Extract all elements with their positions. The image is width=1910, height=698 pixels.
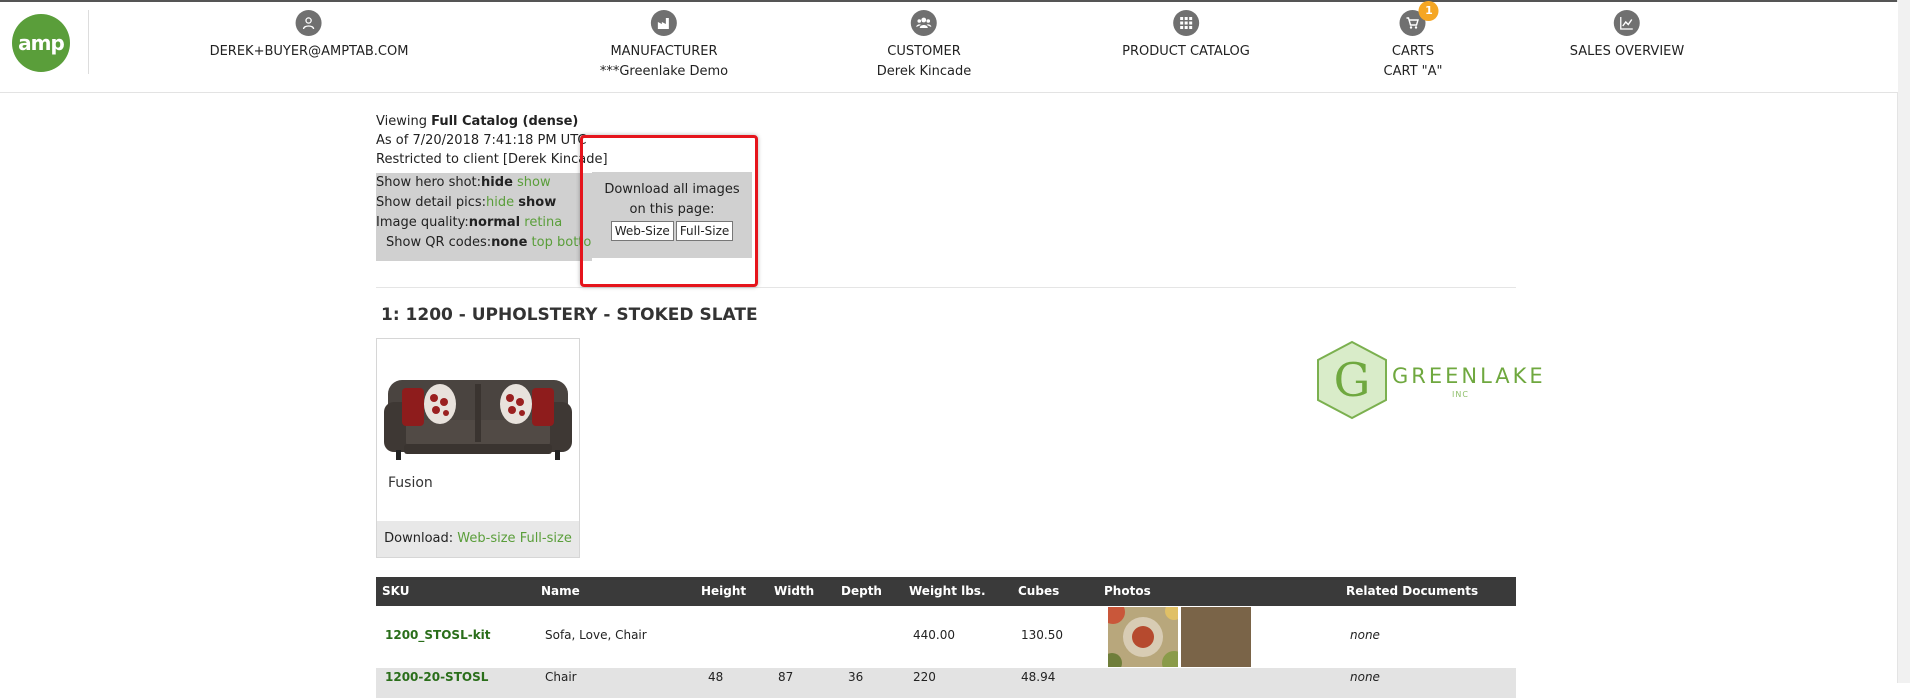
- detail-pics-row: Show detail pics:hide show: [376, 193, 592, 213]
- cart-icon: 1: [1399, 1, 1439, 36]
- sku-table: SKU Name Height Width Depth Weight lbs. …: [376, 577, 1516, 698]
- row-cubes: 130.50: [1021, 628, 1063, 642]
- nav-manufacturer-value: ***Greenlake Demo: [599, 64, 729, 79]
- product-image-card: Fusion Download: Web-size Full-size: [376, 338, 580, 558]
- as-of-line: As of 7/20/2018 7:41:18 PM UTC: [376, 133, 587, 148]
- viewing-line: Viewing Full Catalog (dense): [376, 112, 1516, 131]
- greenlake-logo: G GREENLAKE INC: [1312, 338, 1543, 422]
- row-docs: none: [1350, 628, 1380, 642]
- nav-carts[interactable]: 1 CARTS CART "A": [1383, 1, 1443, 82]
- product-title: 1: 1200 - UPHOLSTERY - STOKED SLATE: [381, 305, 758, 325]
- row-depth: 36: [848, 670, 864, 684]
- nav-user-label: DEREK+BUYER@AMPTAB.COM: [209, 44, 409, 59]
- qr-codes-row: Show QR codes:none top bottom: [376, 233, 592, 253]
- greenlake-logo-sub: INC: [1452, 390, 1469, 399]
- nav-manufacturer-label: MANUFACTURER: [610, 44, 718, 59]
- nav-carts-label: CARTS: [1391, 44, 1435, 59]
- row-sku-link[interactable]: 1200-20-STOSL: [385, 670, 488, 684]
- hero-shot-label: Show hero shot:: [376, 175, 482, 190]
- row-width: 87: [778, 670, 794, 684]
- qr-none-option[interactable]: none: [491, 235, 527, 250]
- download-full-size-link[interactable]: Full-size: [520, 531, 572, 546]
- detail-show-option[interactable]: show: [518, 195, 556, 210]
- hero-hide-option[interactable]: hide: [481, 175, 513, 190]
- product-download-bar: Download: Web-size Full-size: [377, 521, 579, 557]
- col-height[interactable]: Height: [701, 577, 746, 606]
- catalog-info: Viewing Full Catalog (dense) As of 7/20/…: [376, 112, 1516, 169]
- row-weight: 440.00: [913, 628, 955, 642]
- col-photos[interactable]: Photos: [1104, 577, 1151, 606]
- greenlake-logo-text: GREENLAKE: [1392, 364, 1546, 388]
- users-icon: [911, 10, 937, 36]
- table-header: SKU Name Height Width Depth Weight lbs. …: [376, 577, 1516, 606]
- qr-codes-label: Show QR codes:: [386, 235, 492, 250]
- col-width[interactable]: Width: [774, 577, 814, 606]
- nav-product-catalog[interactable]: PRODUCT CATALOG: [1122, 10, 1250, 62]
- photo-thumbnail-pattern[interactable]: [1108, 607, 1178, 667]
- catalog-content: Viewing Full Catalog (dense) As of 7/20/…: [376, 112, 1543, 698]
- row-docs: none: [1350, 670, 1380, 684]
- grid-icon: [1173, 10, 1199, 36]
- row-name: Sofa, Love, Chair: [545, 628, 647, 642]
- scrollbar[interactable]: [1897, 0, 1910, 683]
- col-cubes[interactable]: Cubes: [1018, 577, 1059, 606]
- detail-pics-label: Show detail pics:: [376, 195, 487, 210]
- photo-thumbnail-fabric[interactable]: [1181, 607, 1251, 667]
- nav-sales-overview[interactable]: SALES OVERVIEW: [1570, 10, 1684, 62]
- logo-divider: [88, 10, 89, 74]
- row-height: 48: [708, 670, 724, 684]
- fusion-brand-mark: Fusion: [388, 475, 433, 491]
- detail-hide-link[interactable]: hide: [486, 195, 514, 210]
- col-depth[interactable]: Depth: [841, 577, 882, 606]
- nav-manufacturer[interactable]: MANUFACTURER ***Greenlake Demo: [600, 10, 728, 82]
- nav-customer-value: Derek Kincade: [876, 64, 972, 79]
- nav-sales-overview-label: SALES OVERVIEW: [1569, 44, 1685, 59]
- image-quality-row: Image quality:normal retina: [376, 213, 592, 233]
- quality-normal-option[interactable]: normal: [469, 215, 520, 230]
- restricted-line: Restricted to client [Derek Kincade]: [376, 152, 608, 167]
- nav-product-catalog-label: PRODUCT CATALOG: [1122, 44, 1250, 59]
- row-sku-link[interactable]: 1200_STOSL-kit: [385, 628, 491, 642]
- row-name: Chair: [545, 670, 577, 684]
- chart-icon: [1614, 10, 1640, 36]
- hero-show-link[interactable]: show: [517, 175, 551, 190]
- greenlake-logo-letter: G: [1334, 353, 1371, 407]
- nav-carts-value: CART "A": [1383, 64, 1443, 79]
- cart-count-badge: 1: [1418, 1, 1439, 21]
- download-web-size-link[interactable]: Web-size: [457, 531, 515, 546]
- col-sku[interactable]: SKU: [382, 577, 409, 606]
- highlight-annotation-box: [580, 135, 758, 287]
- quality-retina-link[interactable]: retina: [524, 215, 562, 230]
- hero-shot-row: Show hero shot:hide show: [376, 173, 592, 193]
- image-quality-label: Image quality:: [376, 215, 469, 230]
- nav-user[interactable]: DEREK+BUYER@AMPTAB.COM: [209, 10, 409, 62]
- amp-logo[interactable]: amp: [12, 14, 70, 72]
- factory-icon: [651, 10, 677, 36]
- qr-top-link[interactable]: top: [532, 235, 553, 250]
- table-row: 1200_STOSL-kit Sofa, Love, Chair 440.00 …: [376, 606, 1516, 668]
- section-divider: [376, 287, 1516, 288]
- row-weight: 220: [913, 670, 936, 684]
- top-nav: amp DEREK+BUYER@AMPTAB.COM MANUFACTURER …: [0, 1, 1898, 93]
- nav-customer-label: CUSTOMER: [887, 44, 961, 59]
- user-icon: [295, 10, 322, 36]
- nav-customer[interactable]: CUSTOMER Derek Kincade: [877, 10, 971, 82]
- display-options-panel: Show hero shot:hide show Show detail pic…: [376, 173, 592, 261]
- table-row: 1200-20-STOSL Chair 48 87 36 220 48.94 n…: [376, 668, 1516, 698]
- col-name[interactable]: Name: [541, 577, 580, 606]
- product-image[interactable]: Fusion: [378, 340, 578, 520]
- row-cubes: 48.94: [1021, 670, 1056, 684]
- col-related-docs[interactable]: Related Documents: [1346, 577, 1478, 606]
- col-weight[interactable]: Weight lbs.: [909, 577, 986, 606]
- catalog-name: Full Catalog (dense): [431, 114, 579, 129]
- download-label: Download:: [384, 531, 454, 546]
- viewing-prefix: Viewing: [376, 114, 432, 129]
